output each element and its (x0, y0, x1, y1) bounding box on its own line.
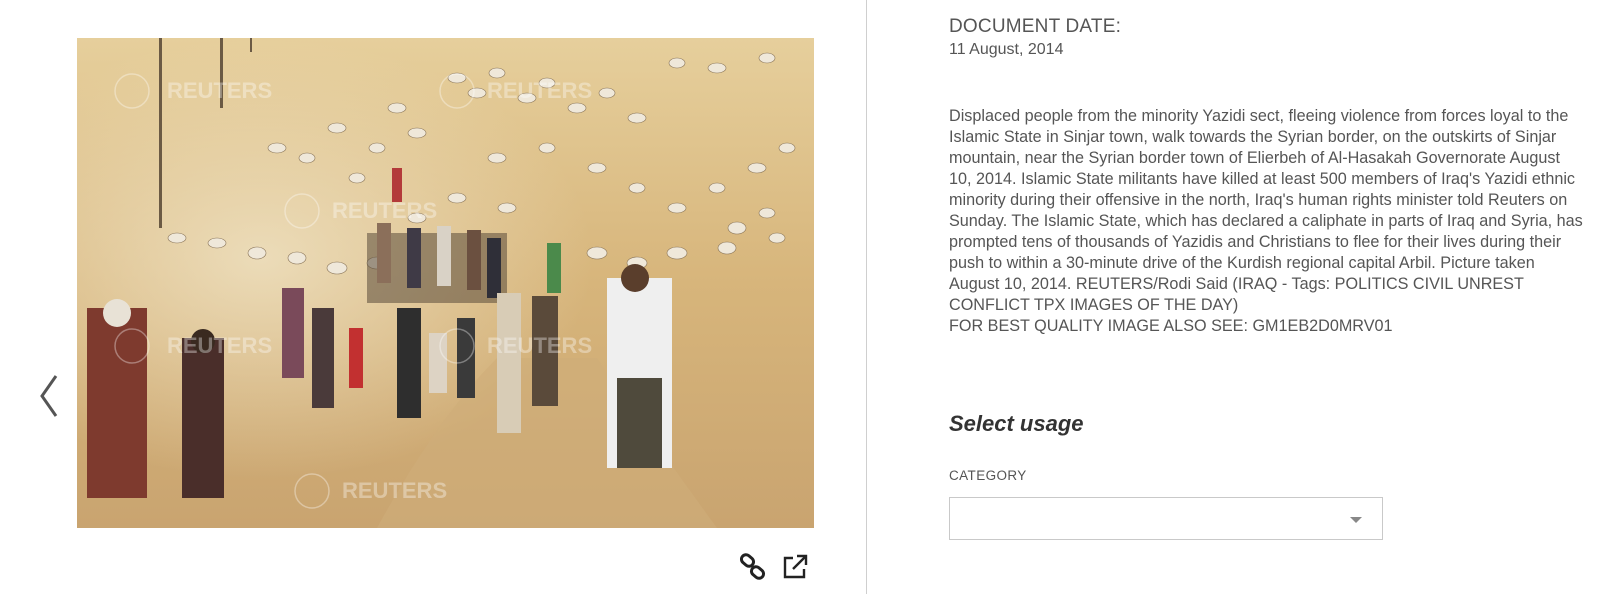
watermark-text: REUTERS (487, 333, 592, 358)
category-label: CATEGORY (949, 468, 1027, 483)
details-panel: DOCUMENT DATE: 11 August, 2014 Displaced… (949, 0, 1589, 594)
category-dropdown[interactable] (949, 497, 1383, 540)
chevron-left-icon[interactable] (34, 372, 62, 420)
watermark-text: REUTERS (487, 78, 592, 103)
news-photo: REUTERS REUTERS REUTERS REUTERS REUTERS … (77, 38, 814, 528)
watermark-text: REUTERS (332, 198, 437, 223)
watermark-text: REUTERS (167, 333, 272, 358)
watermark-text: REUTERS (342, 478, 447, 503)
document-date-label: DOCUMENT DATE: (949, 16, 1122, 37)
photo-caption: Displaced people from the minority Yazid… (949, 107, 1583, 335)
link-icon[interactable] (738, 552, 768, 582)
select-usage-heading: Select usage (949, 411, 1084, 436)
external-link-icon[interactable] (780, 552, 810, 582)
pane-divider (866, 0, 867, 594)
chevron-down-icon (1350, 517, 1362, 523)
watermark-text: REUTERS (167, 78, 272, 103)
image-viewer: REUTERS REUTERS REUTERS REUTERS REUTERS … (0, 0, 867, 594)
document-date-value: 11 August, 2014 (949, 41, 1064, 58)
